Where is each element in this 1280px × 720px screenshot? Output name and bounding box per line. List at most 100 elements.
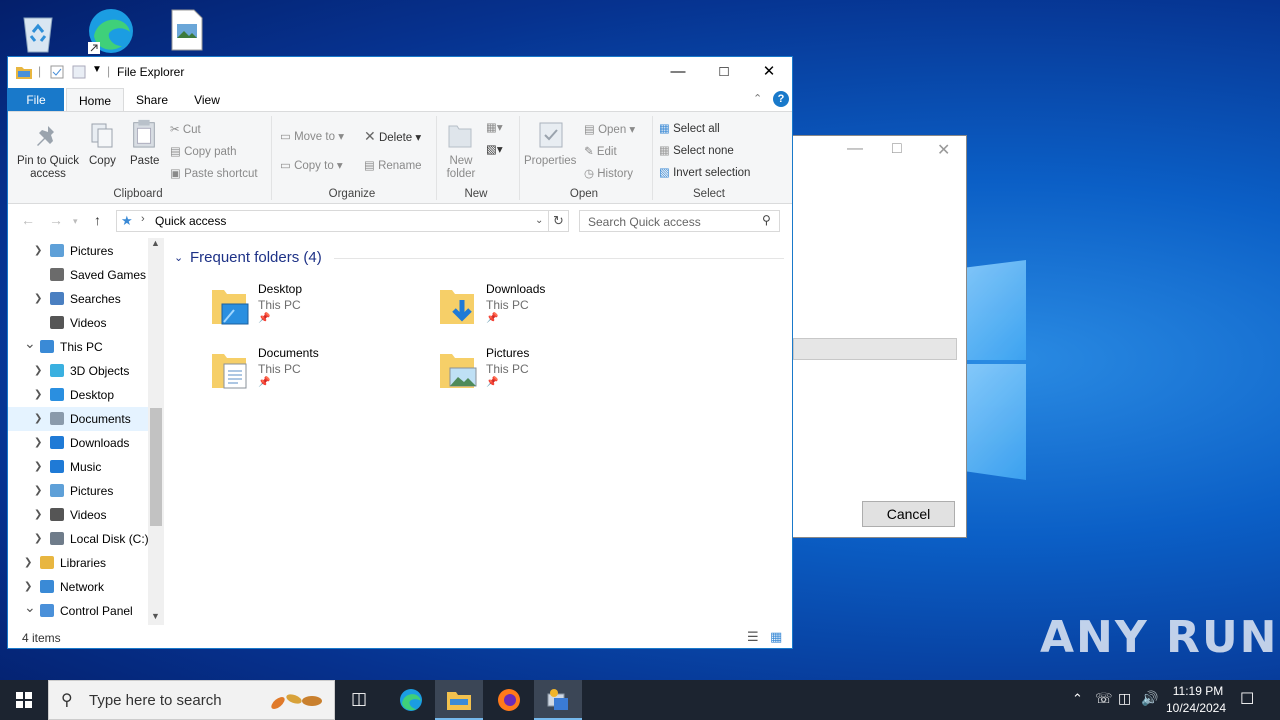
details-view-icon[interactable]: ☰ <box>747 629 759 645</box>
scrollbar-thumb[interactable] <box>150 408 162 526</box>
address-dropdown-icon[interactable]: ⌄ <box>535 215 543 226</box>
task-view-button[interactable]: ◫ <box>336 680 384 720</box>
sidebar-item-pictures[interactable]: ❯ Pictures <box>8 479 148 503</box>
copy-button[interactable]: Copy <box>89 155 116 167</box>
folder-tile-desktop[interactable]: Desktop This PC 📌 <box>210 282 430 338</box>
new-folder-button[interactable]: New folder <box>438 155 484 181</box>
sidebar-item-libraries[interactable]: ❯ Libraries <box>8 551 148 575</box>
expanded-chevron-icon[interactable]: ⌄ <box>24 331 36 355</box>
firefox-taskbar-button[interactable] <box>485 680 533 720</box>
scroll-down-icon[interactable]: ▼ <box>151 611 160 621</box>
expand-chevron-icon[interactable]: ❯ <box>34 503 42 527</box>
sidebar-item-documents[interactable]: ❯ Documents <box>8 407 148 431</box>
expand-chevron-icon[interactable]: ❯ <box>34 407 42 431</box>
tab-share[interactable]: Share <box>126 88 178 112</box>
section-chevron-icon[interactable]: ⌄ <box>174 251 183 264</box>
expand-chevron-icon[interactable]: ❯ <box>34 527 42 551</box>
expand-chevron-icon[interactable]: ❯ <box>34 383 42 407</box>
copy-path-button[interactable]: ▤ Copy path <box>170 144 237 158</box>
folder-tile-documents[interactable]: Documents This PC 📌 <box>210 346 430 402</box>
new-folder-qat-icon[interactable] <box>72 65 86 79</box>
sidebar-item-saved-games[interactable]: Saved Games <box>8 263 148 287</box>
collapse-ribbon-icon[interactable]: ⌃ <box>753 92 762 105</box>
move-to-button[interactable]: ▭ Move to ▾ <box>280 129 344 143</box>
invert-selection-button[interactable]: ▧ Invert selection <box>659 165 750 179</box>
tab-file[interactable]: File <box>8 88 64 112</box>
sidebar-item-music[interactable]: ❯ Music <box>8 455 148 479</box>
sidebar-item-local-disk-c[interactable]: ❯ Local Disk (C:) <box>8 527 149 551</box>
start-button[interactable] <box>0 680 48 720</box>
rename-button[interactable]: ▤ Rename <box>364 158 422 172</box>
back-icon[interactable]: ← <box>21 212 35 228</box>
new-item-icon[interactable]: ▦▾ <box>486 120 503 134</box>
expand-chevron-icon[interactable]: ❯ <box>34 455 42 479</box>
select-none-button[interactable]: ▦ Select none <box>659 143 734 157</box>
dialog-maximize-icon[interactable]: □ <box>892 140 902 158</box>
expand-chevron-icon[interactable]: ❯ <box>34 287 42 311</box>
select-all-button[interactable]: ▦ Select all <box>659 121 720 135</box>
sidebar-item-searches[interactable]: ❯ Searches <box>8 287 148 311</box>
sidebar-item-videos[interactable]: ❯ Videos <box>8 503 148 527</box>
copy-to-button[interactable]: ▭ Copy to ▾ <box>280 158 343 172</box>
expand-chevron-icon[interactable]: ❯ <box>34 239 42 263</box>
expand-chevron-icon[interactable]: ❯ <box>34 479 42 503</box>
expand-chevron-icon[interactable]: ❯ <box>34 359 42 383</box>
maximize-icon[interactable]: □ <box>701 57 747 87</box>
pin-to-quick-access-button[interactable]: Pin to Quick access <box>16 155 80 181</box>
close-icon[interactable]: ✕ <box>746 57 792 87</box>
installer-taskbar-button[interactable] <box>534 680 582 720</box>
paste-button[interactable]: Paste <box>130 155 159 167</box>
open-button[interactable]: ▤ Open ▾ <box>584 122 635 136</box>
qat-dropdown-icon[interactable]: ▼ <box>92 64 102 75</box>
sidebar-item-pictures[interactable]: ❯ Pictures <box>8 239 148 263</box>
delete-button[interactable]: ✕ Delete ▾ <box>364 128 421 145</box>
clock-date[interactable]: 10/24/2024 <box>1164 701 1228 715</box>
sidebar-item-this-pc[interactable]: ⌄ This PC <box>8 335 148 359</box>
taskbar-search-input[interactable]: ⚲ Type here to search <box>48 680 335 720</box>
dialog-minimize-icon[interactable]: — <box>847 140 863 158</box>
edge-desktop-icon[interactable] <box>86 6 134 54</box>
dialog-close-icon[interactable]: ✕ <box>937 140 950 160</box>
volume-icon[interactable]: 🔊 <box>1141 690 1158 707</box>
network-icon[interactable]: ◫ <box>1118 690 1131 707</box>
sidebar-item-3d-objects[interactable]: ❯ 3D Objects <box>8 359 148 383</box>
refresh-icon[interactable]: ↻ <box>549 210 569 232</box>
nav-scrollbar[interactable]: ▲ ▼ <box>148 238 164 625</box>
breadcrumb-chevron-icon[interactable]: › <box>141 213 145 225</box>
search-input[interactable]: Search Quick access ⚲ <box>579 210 780 232</box>
show-hidden-icons-icon[interactable]: ⌃ <box>1072 691 1083 707</box>
minimize-icon[interactable]: — <box>655 57 701 87</box>
image-file-icon[interactable] <box>166 8 214 56</box>
breadcrumb[interactable]: Quick access <box>155 214 226 228</box>
properties-button[interactable]: Properties <box>524 155 576 167</box>
help-icon[interactable]: ? <box>773 91 789 107</box>
address-bar[interactable]: ★ › Quick access ⌄ <box>116 210 549 232</box>
tab-home[interactable]: Home <box>66 88 124 112</box>
expanded-chevron-icon[interactable]: ⌄ <box>24 595 36 619</box>
up-icon[interactable]: ↑ <box>94 212 101 228</box>
folder-tile-downloads[interactable]: Downloads This PC 📌 <box>438 282 658 338</box>
properties-qat-icon[interactable] <box>50 65 64 79</box>
recent-locations-icon[interactable]: ▾ <box>73 216 78 227</box>
file-explorer-taskbar-button[interactable] <box>435 680 483 720</box>
recycle-bin-icon[interactable] <box>14 8 62 56</box>
large-icons-view-icon[interactable]: ▦ <box>770 629 782 645</box>
cut-button[interactable]: ✂ Cut <box>170 122 201 136</box>
tab-view[interactable]: View <box>182 88 232 112</box>
clock-time[interactable]: 11:19 PM <box>1170 684 1226 698</box>
tray-app-icon[interactable]: ☏ <box>1095 690 1113 707</box>
expand-chevron-icon[interactable]: ❯ <box>34 431 42 455</box>
section-title[interactable]: Frequent folders (4) <box>190 249 322 266</box>
paste-shortcut-button[interactable]: ▣ Paste shortcut <box>170 166 258 180</box>
expand-chevron-icon[interactable]: ❯ <box>24 551 32 575</box>
sidebar-item-control-panel[interactable]: ⌄ Control Panel <box>8 599 148 623</box>
sidebar-item-downloads[interactable]: ❯ Downloads <box>8 431 148 455</box>
forward-icon[interactable]: → <box>49 212 63 228</box>
folder-tile-pictures[interactable]: Pictures This PC 📌 <box>438 346 658 402</box>
notifications-icon[interactable]: ☐ <box>1240 689 1254 709</box>
scroll-up-icon[interactable]: ▲ <box>151 238 160 248</box>
easy-access-icon[interactable]: ▧▾ <box>486 142 503 156</box>
history-button[interactable]: ◷ History <box>584 166 633 180</box>
edit-button[interactable]: ✎ Edit <box>584 144 617 158</box>
cancel-button[interactable]: Cancel <box>862 501 955 527</box>
